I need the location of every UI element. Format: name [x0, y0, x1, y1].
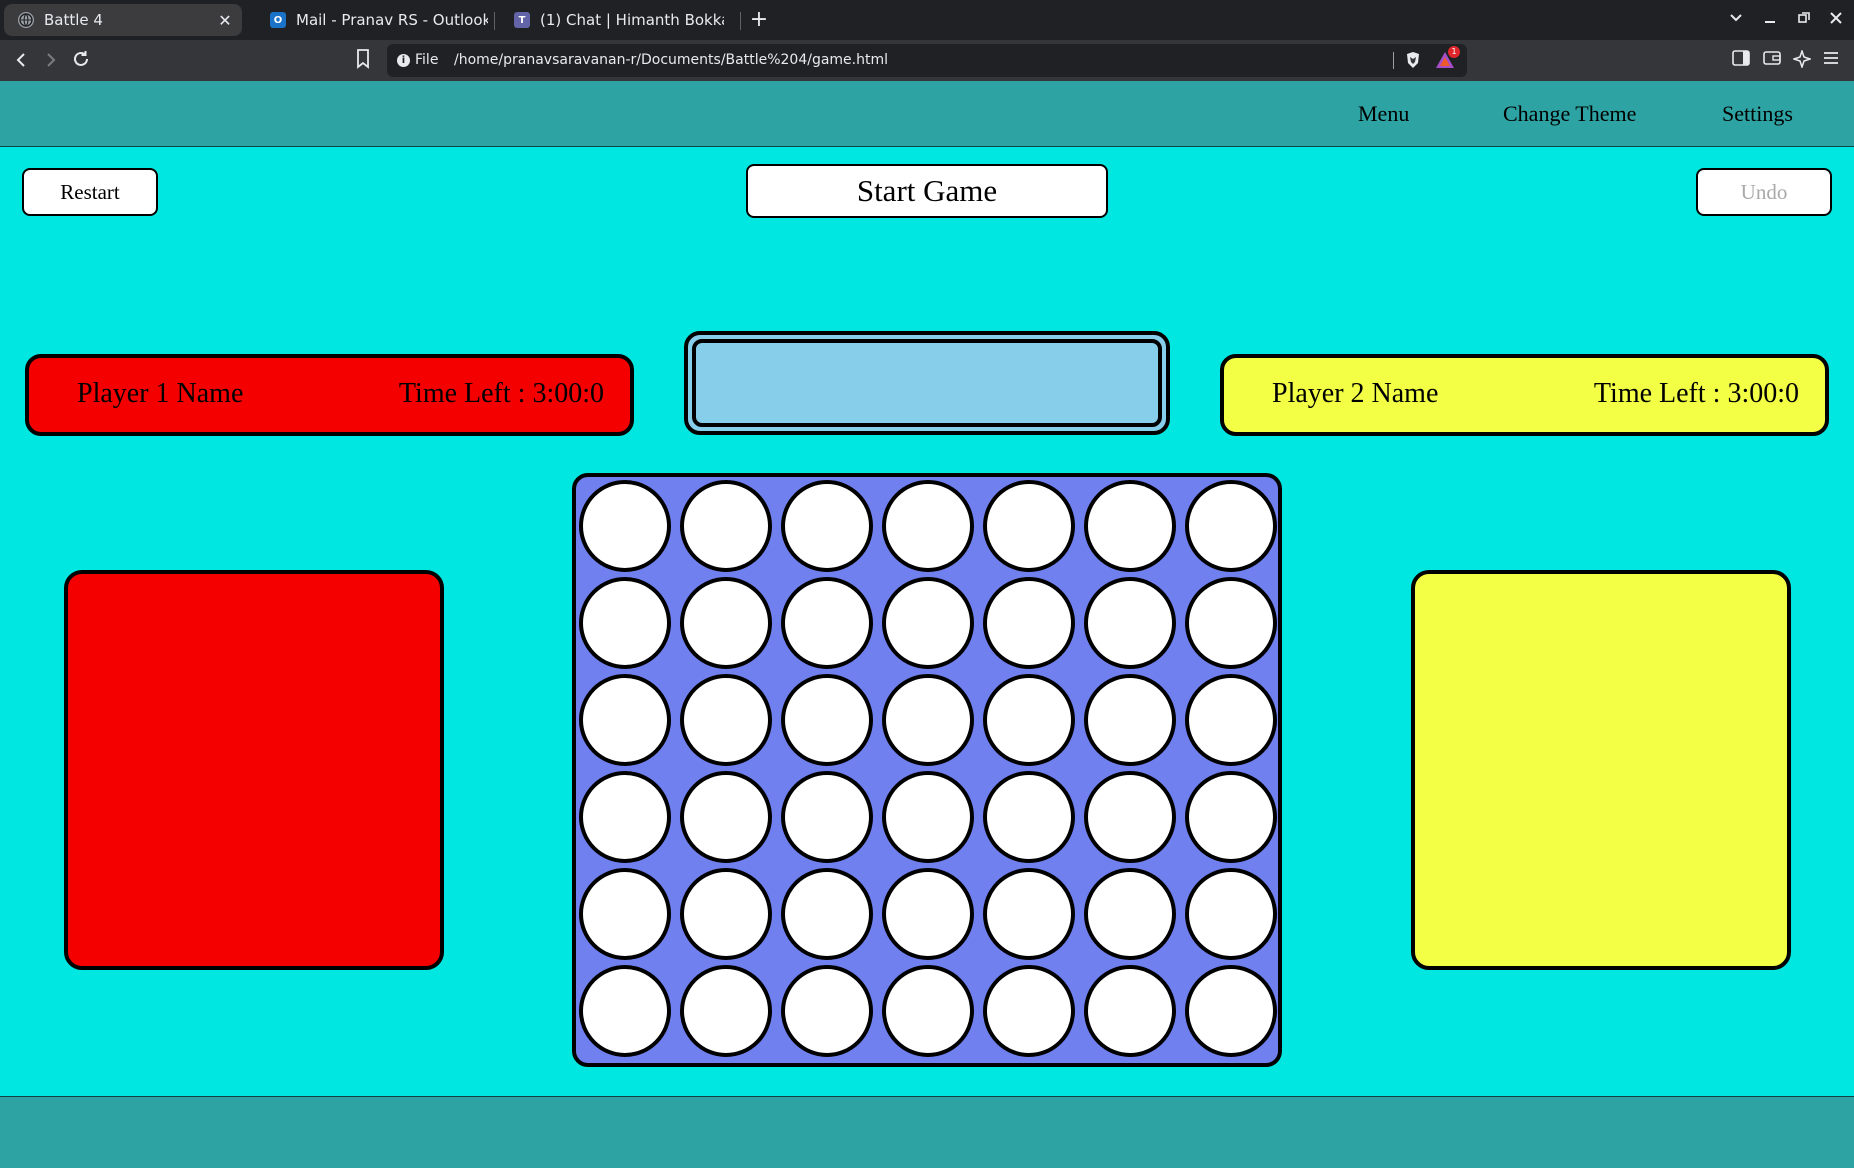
new-tab-button[interactable]: +: [746, 6, 772, 34]
board-cell[interactable]: [680, 868, 772, 960]
restart-button[interactable]: Restart: [22, 168, 158, 216]
close-window-icon[interactable]: [1822, 8, 1850, 32]
forward-arrow-icon[interactable]: [38, 48, 64, 74]
board-cell[interactable]: [781, 674, 873, 766]
tab-title: Battle 4: [44, 11, 103, 29]
board-cell[interactable]: [882, 868, 974, 960]
board-cell[interactable]: [579, 577, 671, 669]
board-cell[interactable]: [983, 868, 1075, 960]
start-game-button[interactable]: Start Game: [746, 164, 1108, 218]
board-cell[interactable]: [781, 965, 873, 1057]
board-cell[interactable]: [983, 577, 1075, 669]
player-2-name: Player 2 Name: [1272, 378, 1439, 409]
tab-title: (1) Chat | Himanth Bokkasam: [540, 11, 724, 29]
tab-search-chevron-icon[interactable]: [1722, 8, 1750, 32]
brave-shield-icon[interactable]: [1405, 51, 1421, 69]
player-2-bar: Player 2 Name Time Left : 3:00:0: [1220, 354, 1829, 436]
bookmark-icon[interactable]: [356, 49, 370, 69]
hamburger-menu-icon[interactable]: [1820, 50, 1842, 70]
settings-link[interactable]: Settings: [1722, 101, 1793, 127]
rewards-badge: 1: [1448, 46, 1460, 58]
tab-separator: [740, 12, 741, 30]
board-cell[interactable]: [983, 674, 1075, 766]
board-cell[interactable]: [781, 868, 873, 960]
status-message-box: [684, 331, 1170, 435]
board-cell[interactable]: [1185, 577, 1277, 669]
board-cell[interactable]: [1084, 480, 1176, 572]
reload-icon[interactable]: [68, 48, 94, 74]
back-arrow-icon[interactable]: [8, 48, 34, 74]
board-cell[interactable]: [882, 674, 974, 766]
file-scheme-label: File: [415, 52, 439, 68]
board-cell[interactable]: [680, 674, 772, 766]
tab-separator: [494, 12, 495, 30]
board-cell[interactable]: [680, 577, 772, 669]
board-cell[interactable]: [579, 965, 671, 1057]
board-cell[interactable]: [680, 480, 772, 572]
board-cell[interactable]: [1185, 868, 1277, 960]
leo-ai-icon[interactable]: [1791, 48, 1813, 70]
restore-icon[interactable]: [1790, 8, 1818, 32]
board-cell[interactable]: [882, 771, 974, 863]
board-cell[interactable]: [579, 771, 671, 863]
player-2-piece-box: [1411, 570, 1791, 970]
url-text[interactable]: /home/pranavsaravanan-r/Documents/Battle…: [454, 52, 888, 68]
board-cell[interactable]: [882, 965, 974, 1057]
board-cell[interactable]: [781, 771, 873, 863]
info-icon[interactable]: i: [397, 54, 410, 67]
board-cell[interactable]: [1084, 868, 1176, 960]
board-cell[interactable]: [983, 965, 1075, 1057]
sidebar-icon[interactable]: [1730, 50, 1752, 70]
board-cell[interactable]: [1185, 965, 1277, 1057]
minimize-icon[interactable]: [1756, 8, 1784, 32]
menu-link[interactable]: Menu: [1358, 101, 1409, 127]
board-cell[interactable]: [882, 577, 974, 669]
board-cell[interactable]: [579, 868, 671, 960]
board-cell[interactable]: [983, 480, 1075, 572]
board-cell[interactable]: [1084, 771, 1176, 863]
outlook-icon: O: [270, 12, 286, 28]
board-cell[interactable]: [1185, 480, 1277, 572]
player-1-name: Player 1 Name: [77, 378, 244, 409]
omnibox-divider: [1393, 52, 1394, 69]
board-cell[interactable]: [882, 480, 974, 572]
game-board: [572, 473, 1282, 1067]
board-cell[interactable]: [781, 577, 873, 669]
status-message: [692, 339, 1162, 427]
page-header: Menu Change Theme Settings: [0, 81, 1854, 147]
player-1-timer: Time Left : 3:00:0: [398, 378, 604, 409]
board-cell[interactable]: [1185, 771, 1277, 863]
undo-button[interactable]: Undo: [1696, 168, 1832, 216]
browser-tab-bar: Battle 4 ✕ O Mail - Pranav RS - Outlook …: [0, 0, 1854, 40]
globe-icon: [18, 12, 34, 28]
tab-title: Mail - Pranav RS - Outlook: [296, 11, 488, 29]
player-2-timer: Time Left : 3:00:0: [1593, 378, 1799, 409]
board-cell[interactable]: [579, 674, 671, 766]
board-cell[interactable]: [680, 965, 772, 1057]
board-cell[interactable]: [781, 480, 873, 572]
close-tab-icon[interactable]: ✕: [214, 11, 236, 30]
tab-battle-4[interactable]: Battle 4 ✕: [4, 4, 242, 36]
page-footer: [0, 1096, 1854, 1168]
teams-icon: T: [514, 12, 530, 28]
board-cell[interactable]: [1084, 674, 1176, 766]
tab-teams-chat[interactable]: T (1) Chat | Himanth Bokkasam: [500, 4, 724, 36]
wallet-icon[interactable]: [1761, 50, 1783, 70]
board-cell[interactable]: [1084, 965, 1176, 1057]
board-cell[interactable]: [1084, 577, 1176, 669]
address-bar[interactable]: i File /home/pranavsaravanan-r/Documents…: [387, 44, 1467, 77]
board-cell[interactable]: [983, 771, 1075, 863]
player-1-bar: Player 1 Name Time Left : 3:00:0: [25, 354, 634, 436]
browser-toolbar: i File /home/pranavsaravanan-r/Documents…: [0, 40, 1854, 81]
change-theme-link[interactable]: Change Theme: [1503, 101, 1636, 127]
player-1-piece-box: [64, 570, 444, 970]
tab-outlook-mail[interactable]: O Mail - Pranav RS - Outlook: [256, 4, 488, 36]
board-cell[interactable]: [680, 771, 772, 863]
board-cell[interactable]: [1185, 674, 1277, 766]
board-cell[interactable]: [579, 480, 671, 572]
